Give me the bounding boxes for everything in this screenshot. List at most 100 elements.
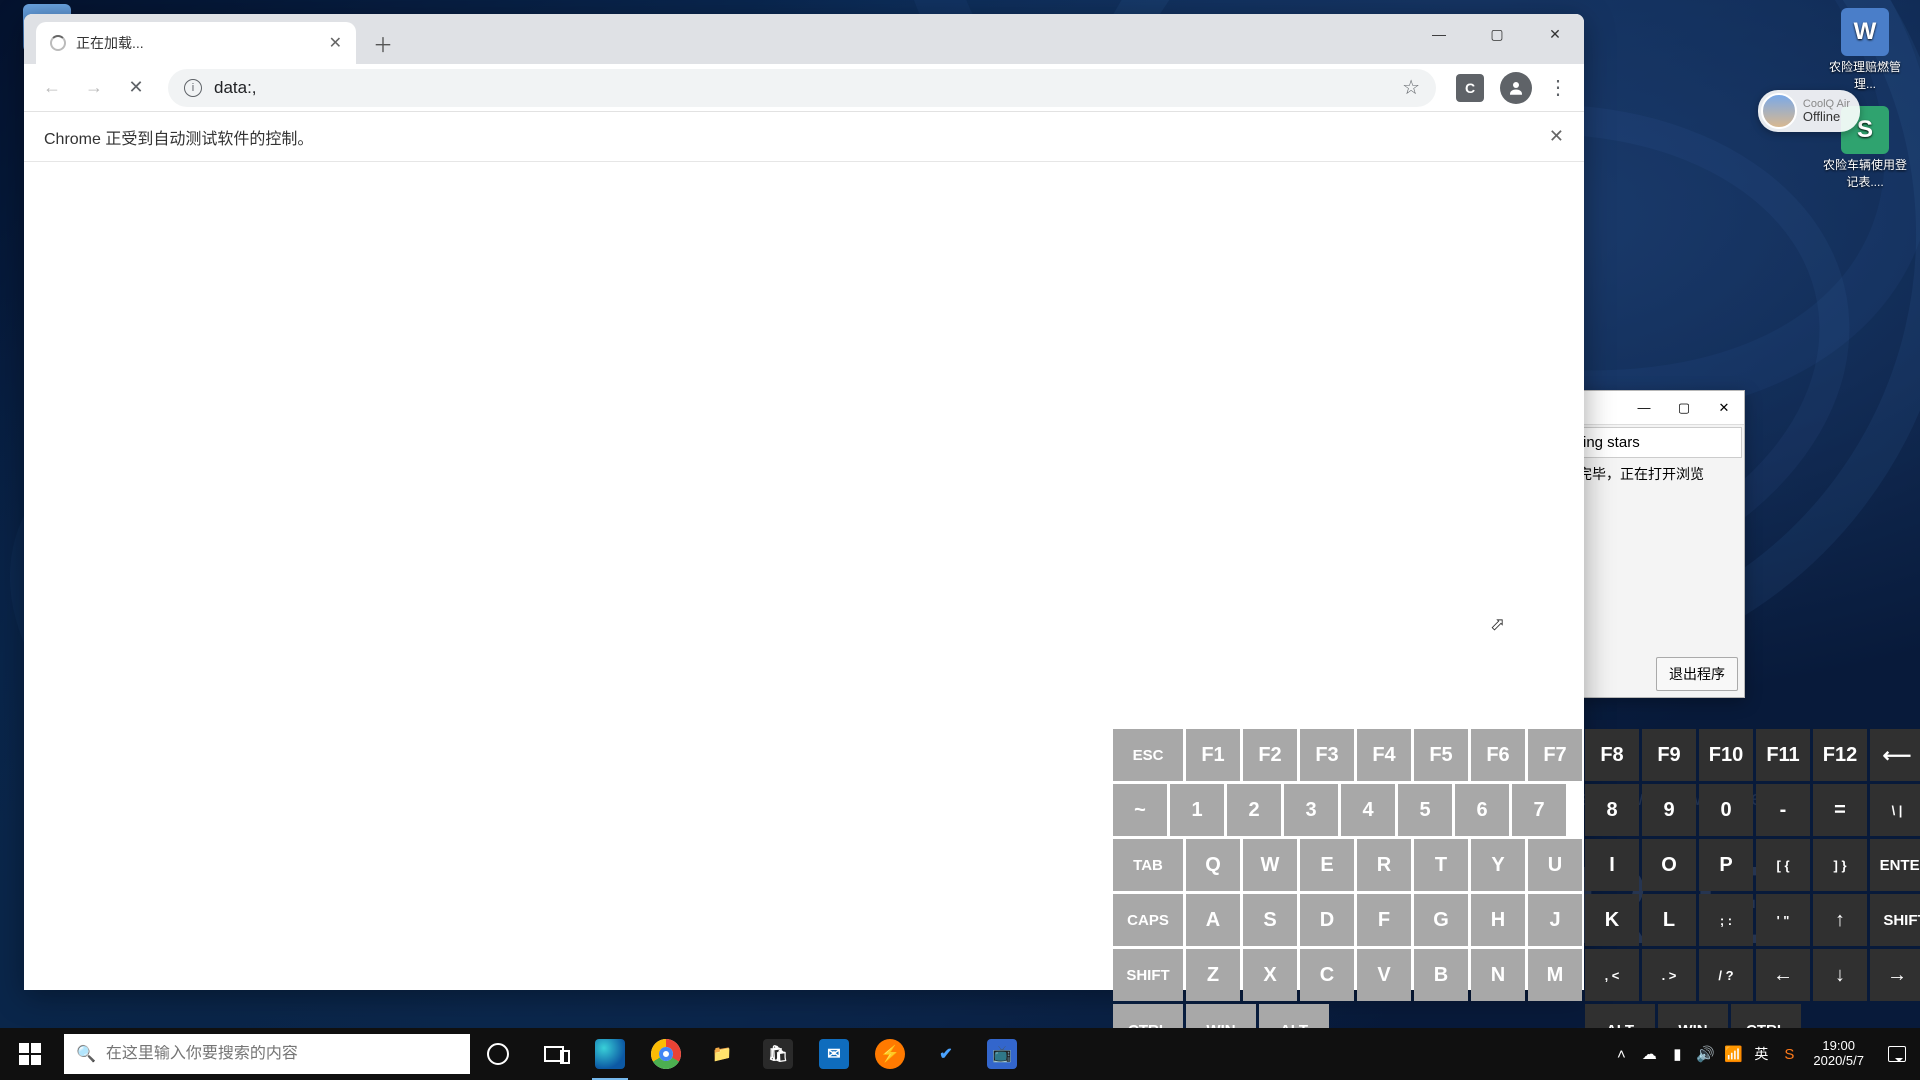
extension-badge[interactable]: C — [1456, 74, 1484, 102]
key-esc[interactable]: ESC — [1113, 729, 1183, 781]
window-close-button[interactable]: ✕ — [1526, 14, 1584, 54]
key-[interactable]: ] } — [1813, 839, 1867, 891]
forward-button[interactable]: → — [76, 70, 112, 106]
taskbar-app-explorer[interactable]: 📁 — [694, 1028, 750, 1080]
key-7[interactable]: 7 — [1512, 784, 1566, 836]
key-c[interactable]: C — [1300, 949, 1354, 1001]
key-[interactable]: ↑ — [1813, 894, 1867, 946]
key-f2[interactable]: F2 — [1243, 729, 1297, 781]
key-f3[interactable]: F3 — [1300, 729, 1354, 781]
key-8[interactable]: 8 — [1585, 784, 1639, 836]
key-9[interactable]: 9 — [1642, 784, 1696, 836]
taskbar-app-edge[interactable] — [582, 1028, 638, 1080]
taskbar-app-fast[interactable]: ⚡ — [862, 1028, 918, 1080]
helper-exit-button[interactable]: 退出程序 — [1656, 657, 1738, 691]
taskbar-search-input[interactable] — [106, 1045, 458, 1063]
key-[interactable]: → — [1870, 949, 1920, 1001]
window-minimize-button[interactable]: ― — [1410, 14, 1468, 54]
key-y[interactable]: Y — [1471, 839, 1525, 891]
key-f7[interactable]: F7 — [1528, 729, 1582, 781]
key-f4[interactable]: F4 — [1357, 729, 1411, 781]
tray-chevron-icon[interactable]: ˄ — [1607, 1028, 1635, 1080]
helper-maximize-button[interactable]: ▢ — [1664, 391, 1704, 425]
helper-minimize-button[interactable]: ― — [1624, 391, 1664, 425]
key-x[interactable]: X — [1243, 949, 1297, 1001]
site-info-icon[interactable]: i — [184, 79, 202, 97]
taskbar-app-mail[interactable]: ✉ — [806, 1028, 862, 1080]
key-[interactable]: ⟵ — [1870, 729, 1920, 781]
key-f8[interactable]: F8 — [1585, 729, 1639, 781]
key-[interactable]: = — [1813, 784, 1867, 836]
key-f5[interactable]: F5 — [1414, 729, 1468, 781]
key-b[interactable]: B — [1414, 949, 1468, 1001]
key-3[interactable]: 3 — [1284, 784, 1338, 836]
tray-sogou-icon[interactable]: S — [1775, 1028, 1803, 1080]
taskbar-app-todo[interactable]: ✔ — [918, 1028, 974, 1080]
key-5[interactable]: 5 — [1398, 784, 1452, 836]
key-[interactable]: \ | — [1870, 784, 1920, 836]
chrome-menu-button[interactable]: ⋮ — [1542, 72, 1574, 104]
key-z[interactable]: Z — [1186, 949, 1240, 1001]
tray-volume-icon[interactable]: 🔊 — [1691, 1028, 1719, 1080]
key-[interactable]: , < — [1585, 949, 1639, 1001]
desktop-file-1[interactable]: W 农险理赔燃管理... — [1822, 8, 1908, 92]
key-a[interactable]: A — [1186, 894, 1240, 946]
stop-reload-button[interactable]: ✕ — [118, 70, 154, 106]
key-l[interactable]: L — [1642, 894, 1696, 946]
key-w[interactable]: W — [1243, 839, 1297, 891]
key-[interactable]: ↓ — [1813, 949, 1867, 1001]
key-4[interactable]: 4 — [1341, 784, 1395, 836]
tray-wifi-icon[interactable]: 📶 — [1719, 1028, 1747, 1080]
key-o[interactable]: O — [1642, 839, 1696, 891]
key-f9[interactable]: F9 — [1642, 729, 1696, 781]
taskbar-app-chrome[interactable] — [638, 1028, 694, 1080]
key-d[interactable]: D — [1300, 894, 1354, 946]
key-i[interactable]: I — [1585, 839, 1639, 891]
key-t[interactable]: T — [1414, 839, 1468, 891]
tray-battery-icon[interactable]: ▮ — [1663, 1028, 1691, 1080]
infobar-close-button[interactable]: ✕ — [1549, 126, 1564, 147]
key-enter[interactable]: ENTER — [1870, 839, 1920, 891]
key-shift[interactable]: SHIFT — [1870, 894, 1920, 946]
coolq-widget[interactable]: CoolQ Air Offline — [1758, 90, 1860, 132]
key-[interactable]: / ? — [1699, 949, 1753, 1001]
key-n[interactable]: N — [1471, 949, 1525, 1001]
taskview-button[interactable] — [526, 1028, 582, 1080]
key-f1[interactable]: F1 — [1186, 729, 1240, 781]
address-bar[interactable]: i ☆ — [168, 69, 1436, 107]
action-center-button[interactable] — [1874, 1046, 1920, 1062]
key-[interactable]: ~ — [1113, 784, 1167, 836]
key-e[interactable]: E — [1300, 839, 1354, 891]
window-maximize-button[interactable]: ▢ — [1468, 14, 1526, 54]
tab-close-button[interactable]: ✕ — [329, 33, 342, 53]
key-[interactable]: ← — [1756, 949, 1810, 1001]
key-[interactable]: ' " — [1756, 894, 1810, 946]
new-tab-button[interactable]: ＋ — [368, 28, 398, 58]
key-0[interactable]: 0 — [1699, 784, 1753, 836]
key-k[interactable]: K — [1585, 894, 1639, 946]
key-f11[interactable]: F11 — [1756, 729, 1810, 781]
helper-input[interactable]: ing stars — [1578, 427, 1742, 458]
back-button[interactable]: ← — [34, 70, 70, 106]
key-1[interactable]: 1 — [1170, 784, 1224, 836]
key-g[interactable]: G — [1414, 894, 1468, 946]
key-m[interactable]: M — [1528, 949, 1582, 1001]
ime-indicator[interactable]: 英 — [1747, 1028, 1775, 1080]
key-h[interactable]: H — [1471, 894, 1525, 946]
key-f6[interactable]: F6 — [1471, 729, 1525, 781]
key-caps[interactable]: CAPS — [1113, 894, 1183, 946]
start-button[interactable] — [0, 1028, 60, 1080]
key-6[interactable]: 6 — [1455, 784, 1509, 836]
key-2[interactable]: 2 — [1227, 784, 1281, 836]
key-[interactable]: [ { — [1756, 839, 1810, 891]
key-j[interactable]: J — [1528, 894, 1582, 946]
taskbar-search[interactable]: 🔍 — [64, 1034, 470, 1074]
key-r[interactable]: R — [1357, 839, 1411, 891]
key-p[interactable]: P — [1699, 839, 1753, 891]
key-s[interactable]: S — [1243, 894, 1297, 946]
bookmark-star-icon[interactable]: ☆ — [1402, 75, 1420, 100]
cortana-button[interactable] — [470, 1028, 526, 1080]
helper-close-button[interactable]: ✕ — [1704, 391, 1744, 425]
key-shift[interactable]: SHIFT — [1113, 949, 1183, 1001]
key-[interactable]: - — [1756, 784, 1810, 836]
